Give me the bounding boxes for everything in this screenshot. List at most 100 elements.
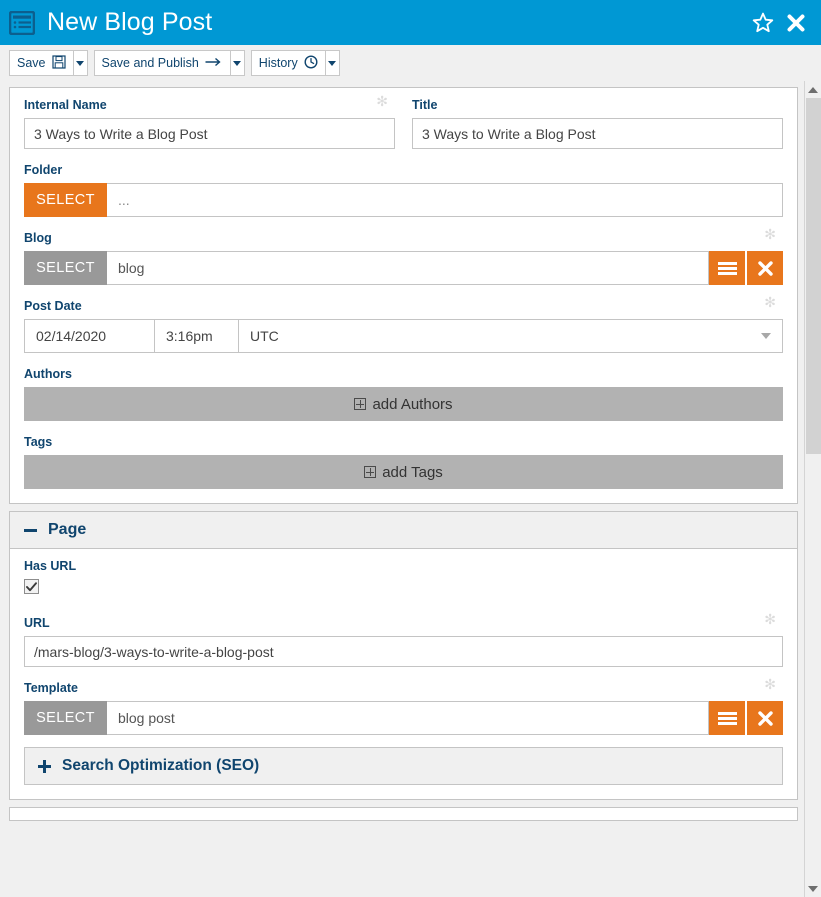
template-combo: SELECT blog post xyxy=(24,701,783,735)
save-dropdown-toggle[interactable] xyxy=(72,50,88,76)
chevron-down-icon xyxy=(76,60,84,66)
url-input[interactable] xyxy=(24,636,783,667)
post-date-field: ✻ Post Date 02/14/2020 3:16pm UTC xyxy=(24,295,783,353)
history-dropdown-toggle[interactable] xyxy=(324,50,340,76)
internal-name-label: Internal Name xyxy=(24,98,107,112)
save-and-publish-button-label: Save and Publish xyxy=(101,56,199,70)
internal-name-input[interactable] xyxy=(24,118,395,149)
seo-section-title: Search Optimization (SEO) xyxy=(62,757,260,774)
add-authors-label: add Authors xyxy=(372,395,453,413)
page-title: New Blog Post xyxy=(47,8,213,36)
url-label: URL xyxy=(24,616,50,630)
save-button-label: Save xyxy=(17,56,46,70)
title-field: Title xyxy=(412,98,783,149)
save-button[interactable]: Save xyxy=(9,50,73,76)
has-url-checkbox[interactable] xyxy=(24,579,39,594)
title-label: Title xyxy=(412,98,438,112)
blog-value[interactable]: blog xyxy=(107,251,709,285)
plus-box-icon xyxy=(364,466,377,478)
name-title-row: ✻ Internal Name Title xyxy=(24,94,783,149)
add-authors-button[interactable]: add Authors xyxy=(24,387,783,421)
tags-field: Tags add Tags xyxy=(24,435,783,489)
scrollable-content-area: ✻ Internal Name Title Folder SELECT xyxy=(0,81,821,897)
required-marker-icon: ✻ xyxy=(764,226,776,242)
folder-label: Folder xyxy=(24,163,63,177)
save-button-group: Save xyxy=(9,50,88,76)
internal-name-field: ✻ Internal Name xyxy=(24,94,395,149)
post-date-timezone-select[interactable]: UTC xyxy=(239,320,782,352)
plus-box-icon xyxy=(354,398,367,410)
post-date-timezone-value: UTC xyxy=(250,328,279,344)
title-input[interactable] xyxy=(412,118,783,149)
seo-section-header[interactable]: Search Optimization (SEO) xyxy=(24,747,783,785)
post-date-date-input[interactable]: 02/14/2020 xyxy=(25,320,155,352)
details-panel: ✻ Internal Name Title Folder SELECT xyxy=(9,87,798,504)
close-icon[interactable] xyxy=(783,10,809,36)
star-icon[interactable] xyxy=(750,10,776,36)
history-button[interactable]: History xyxy=(250,50,325,76)
clock-icon xyxy=(304,54,318,72)
page-panel-header[interactable]: Page xyxy=(10,512,797,549)
has-url-field: Has URL xyxy=(24,559,783,594)
save-and-publish-dropdown-toggle[interactable] xyxy=(229,50,245,76)
template-field: ✻ Template SELECT blog post xyxy=(24,677,783,735)
required-marker-icon: ✻ xyxy=(764,294,776,310)
post-date-label: Post Date xyxy=(24,299,82,313)
has-url-label: Has URL xyxy=(24,559,77,573)
post-date-time-input[interactable]: 3:16pm xyxy=(155,320,239,352)
folder-combo: SELECT ... xyxy=(24,183,783,217)
arrow-right-icon xyxy=(205,56,223,71)
toolbar: Save Save and Publish History xyxy=(0,45,821,81)
folder-field: Folder SELECT ... xyxy=(24,163,783,217)
blog-field: ✻ Blog SELECT blog xyxy=(24,227,783,285)
template-select-button[interactable]: SELECT xyxy=(24,701,107,735)
form-column: ✻ Internal Name Title Folder SELECT xyxy=(0,81,804,897)
triangle-down-icon xyxy=(808,885,818,892)
hamburger-menu-icon[interactable] xyxy=(709,251,745,285)
page-panel-body: Has URL ✻ URL ✻ Temp xyxy=(10,549,797,799)
next-panel-stub xyxy=(9,807,798,821)
folder-select-button[interactable]: SELECT xyxy=(24,183,107,217)
required-marker-icon: ✻ xyxy=(376,93,388,109)
floppy-disk-icon xyxy=(51,54,66,72)
minus-icon xyxy=(24,528,37,532)
authors-label: Authors xyxy=(24,367,72,381)
folder-value[interactable]: ... xyxy=(107,183,783,217)
application-window: New Blog Post Save Save and Publish Hist… xyxy=(0,0,821,897)
required-marker-icon: ✻ xyxy=(764,676,776,692)
blog-combo: SELECT blog xyxy=(24,251,783,285)
clear-template-close-icon[interactable] xyxy=(747,701,783,735)
add-tags-button[interactable]: add Tags xyxy=(24,455,783,489)
chevron-down-icon xyxy=(328,60,337,66)
chevron-down-icon xyxy=(233,60,242,66)
scrollbar-thumb[interactable] xyxy=(805,98,821,454)
chevron-down-icon xyxy=(761,333,771,339)
page-panel-title: Page xyxy=(48,521,87,538)
required-marker-icon: ✻ xyxy=(764,611,776,627)
list-document-icon xyxy=(9,10,35,35)
blog-select-button[interactable]: SELECT xyxy=(24,251,107,285)
details-panel-body: ✻ Internal Name Title Folder SELECT xyxy=(10,88,797,503)
scroll-up-button[interactable] xyxy=(805,81,821,98)
template-value[interactable]: blog post xyxy=(107,701,709,735)
triangle-up-icon xyxy=(808,86,818,93)
post-date-row: 02/14/2020 3:16pm UTC xyxy=(24,319,783,353)
hamburger-menu-icon[interactable] xyxy=(709,701,745,735)
tags-label: Tags xyxy=(24,435,53,449)
scroll-down-button[interactable] xyxy=(805,880,821,897)
url-field: ✻ URL xyxy=(24,612,783,667)
page-panel: Page Has URL ✻ URL /mars-blog/3-ways-to-… xyxy=(9,511,798,800)
scrollbar-track[interactable] xyxy=(805,98,821,880)
authors-field: Authors add Authors xyxy=(24,367,783,421)
history-button-group: History xyxy=(250,50,340,76)
vertical-scrollbar[interactable] xyxy=(804,81,821,897)
save-and-publish-button-group: Save and Publish xyxy=(93,50,245,76)
template-label: Template xyxy=(24,681,78,695)
clear-blog-close-icon[interactable] xyxy=(747,251,783,285)
plus-icon xyxy=(38,759,51,773)
add-tags-label: add Tags xyxy=(382,463,443,481)
title-bar: New Blog Post xyxy=(0,0,821,45)
checkmark-icon xyxy=(26,581,37,591)
save-and-publish-button[interactable]: Save and Publish xyxy=(93,50,230,76)
history-button-label: History xyxy=(258,56,298,70)
